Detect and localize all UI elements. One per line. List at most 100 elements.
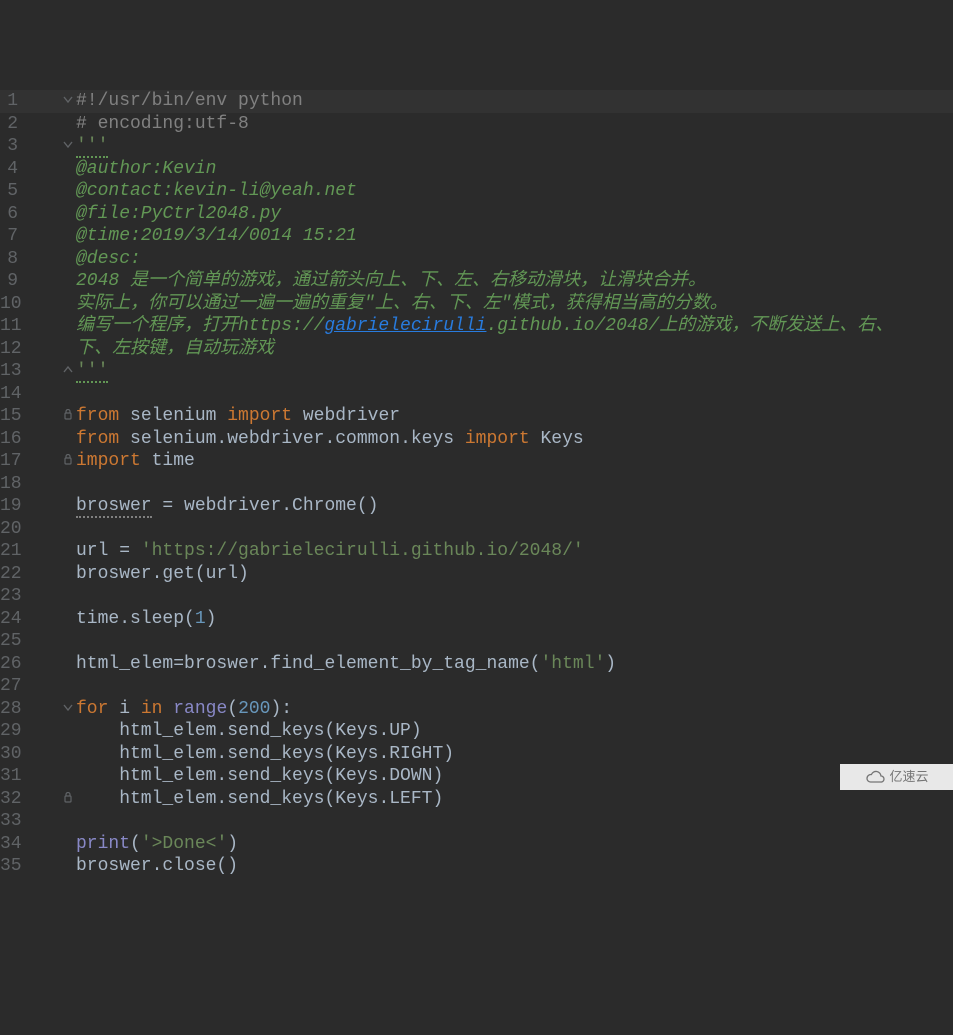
code-line[interactable]: 21url = 'https://gabrielecirulli.github.… xyxy=(0,540,953,563)
code-content[interactable]: @contact:kevin-li@yeah.net xyxy=(76,180,953,203)
code-line[interactable]: 7@time:2019/3/14/0014 15:21 xyxy=(0,225,953,248)
code-content[interactable] xyxy=(76,810,953,833)
code-content[interactable]: for i in range(200): xyxy=(76,698,953,721)
code-line[interactable]: 34print('>Done<') xyxy=(0,833,953,856)
code-line[interactable]: 1#!/usr/bin/env python xyxy=(0,90,953,113)
code-content[interactable]: 编写一个程序，打开https://gabrielecirulli.github.… xyxy=(76,315,953,338)
code-content[interactable] xyxy=(76,675,953,698)
code-line[interactable]: 29 html_elem.send_keys(Keys.UP) xyxy=(0,720,953,743)
code-line[interactable]: 27 xyxy=(0,675,953,698)
code-line[interactable]: 15from selenium import webdriver xyxy=(0,405,953,428)
gutter-fold-cell[interactable] xyxy=(18,450,76,473)
code-content[interactable]: ''' xyxy=(76,135,953,158)
code-content[interactable] xyxy=(76,473,953,496)
code-content[interactable]: # encoding:utf-8 xyxy=(76,113,953,136)
code-content[interactable]: html_elem.send_keys(Keys.RIGHT) xyxy=(76,743,953,766)
code-content[interactable]: @desc: xyxy=(76,248,953,271)
code-line[interactable]: 14 xyxy=(0,383,953,406)
code-line[interactable]: 26 html_elem=broswer.find_element_by_tag_… xyxy=(0,653,953,676)
code-content[interactable]: import time xyxy=(76,450,953,473)
code-token: @file:PyCtrl2048.py xyxy=(76,204,281,224)
code-line[interactable]: 5 @contact:kevin-li@yeah.net xyxy=(0,180,953,203)
code-line[interactable]: 20 xyxy=(0,518,953,541)
line-number: 26 xyxy=(0,653,18,676)
code-line[interactable]: 35broswer.close() xyxy=(0,855,953,878)
code-content[interactable] xyxy=(76,518,953,541)
code-content[interactable]: @author:Kevin xyxy=(76,158,953,181)
code-content[interactable]: from selenium.webdriver.common.keys impo… xyxy=(76,428,953,451)
code-line[interactable]: 16from selenium.webdriver.common.keys im… xyxy=(0,428,953,451)
code-token: html_elem.send_keys(Keys.LEFT) xyxy=(76,789,443,809)
code-line[interactable]: 30 html_elem.send_keys(Keys.RIGHT) xyxy=(0,743,953,766)
code-content[interactable] xyxy=(76,585,953,608)
code-token: broswer.close() xyxy=(76,856,238,876)
code-content[interactable]: broswer = webdriver.Chrome() xyxy=(76,495,953,518)
fold-region-icon[interactable] xyxy=(62,409,74,421)
code-content[interactable]: 实际上，你可以通过一遍一遍的重复"上、右、下、左"模式，获得相当高的分数。 xyxy=(76,293,953,316)
code-content[interactable]: 下、左按键，自动玩游戏 xyxy=(76,338,953,361)
code-line[interactable]: 28for i in range(200): xyxy=(0,698,953,721)
code-content[interactable]: broswer.close() xyxy=(76,855,953,878)
code-content[interactable] xyxy=(76,383,953,406)
gutter-fold-cell[interactable] xyxy=(18,360,76,383)
code-token: webdriver xyxy=(292,406,400,426)
code-line[interactable]: 3''' xyxy=(0,135,953,158)
code-content[interactable]: print('>Done<') xyxy=(76,833,953,856)
gutter-fold-cell[interactable] xyxy=(18,698,76,721)
line-number: 32 xyxy=(0,788,18,811)
fold-region-icon[interactable] xyxy=(62,454,74,466)
code-line[interactable]: 13 ''' xyxy=(0,360,953,383)
gutter-fold-cell[interactable] xyxy=(18,90,76,113)
code-line[interactable]: 11编写一个程序，打开https://gabrielecirulli.githu… xyxy=(0,315,953,338)
code-content[interactable]: html_elem.send_keys(Keys.LEFT) xyxy=(76,788,953,811)
fold-collapse-icon[interactable] xyxy=(62,139,74,151)
code-line[interactable]: 22broswer.get(url) xyxy=(0,563,953,586)
code-content[interactable]: url = 'https://gabrielecirulli.github.io… xyxy=(76,540,953,563)
code-content[interactable]: #!/usr/bin/env python xyxy=(76,90,953,113)
code-token: https:// xyxy=(238,316,324,336)
code-line[interactable]: 17import time xyxy=(0,450,953,473)
code-line[interactable]: 31 html_elem.send_keys(Keys.DOWN) xyxy=(0,765,953,788)
fold-collapse-icon[interactable] xyxy=(62,702,74,714)
code-content[interactable]: html_elem.send_keys(Keys.UP) xyxy=(76,720,953,743)
code-line[interactable]: 18 xyxy=(0,473,953,496)
code-content[interactable]: @time:2019/3/14/0014 15:21 xyxy=(76,225,953,248)
code-line[interactable]: 2# encoding:utf-8 xyxy=(0,113,953,136)
code-content[interactable]: broswer.get(url) xyxy=(76,563,953,586)
code-line[interactable]: 32 html_elem.send_keys(Keys.LEFT) xyxy=(0,788,953,811)
line-number: 13 xyxy=(0,360,18,383)
line-number: 12 xyxy=(0,338,18,361)
fold-collapse-icon[interactable] xyxy=(62,94,74,106)
code-line[interactable]: 92048 是一个简单的游戏，通过箭头向上、下、左、右移动滑块，让滑块合并。 xyxy=(0,270,953,293)
fold-end-icon[interactable] xyxy=(62,364,74,376)
code-line[interactable]: 10实际上，你可以通过一遍一遍的重复"上、右、下、左"模式，获得相当高的分数。 xyxy=(0,293,953,316)
code-content[interactable]: ''' xyxy=(76,360,953,383)
code-content[interactable]: from selenium import webdriver xyxy=(76,405,953,428)
code-token xyxy=(162,699,173,719)
code-content[interactable]: 2048 是一个简单的游戏，通过箭头向上、下、左、右移动滑块，让滑块合并。 xyxy=(76,270,953,293)
code-content[interactable]: time.sleep(1) xyxy=(76,608,953,631)
code-line[interactable]: 24time.sleep(1) xyxy=(0,608,953,631)
code-content[interactable] xyxy=(76,630,953,653)
gutter-fold-cell[interactable] xyxy=(18,135,76,158)
code-line[interactable]: 19broswer = webdriver.Chrome() xyxy=(0,495,953,518)
code-line[interactable]: 6@file:PyCtrl2048.py xyxy=(0,203,953,226)
line-number: 30 xyxy=(0,743,18,766)
gutter-fold-cell xyxy=(18,518,76,541)
gutter-fold-cell xyxy=(18,315,76,338)
code-line[interactable]: 33 xyxy=(0,810,953,833)
code-content[interactable]: html_elem=broswer.find_element_by_tag_na… xyxy=(76,653,953,676)
code-line[interactable]: 8@desc: xyxy=(0,248,953,271)
code-line[interactable]: 4@author:Kevin xyxy=(0,158,953,181)
line-number: 5 xyxy=(0,180,18,203)
code-line[interactable]: 23 xyxy=(0,585,953,608)
gutter-fold-cell[interactable] xyxy=(18,788,76,811)
code-line[interactable]: 12 下、左按键，自动玩游戏 xyxy=(0,338,953,361)
fold-region-icon[interactable] xyxy=(62,792,74,804)
code-content[interactable]: @file:PyCtrl2048.py xyxy=(76,203,953,226)
code-editor-viewport[interactable]: { "watermark": { "label": "亿速云" }, "line… xyxy=(0,0,953,790)
gutter-fold-cell xyxy=(18,765,76,788)
code-content[interactable]: html_elem.send_keys(Keys.DOWN) xyxy=(76,765,953,788)
code-line[interactable]: 25 xyxy=(0,630,953,653)
gutter-fold-cell[interactable] xyxy=(18,405,76,428)
